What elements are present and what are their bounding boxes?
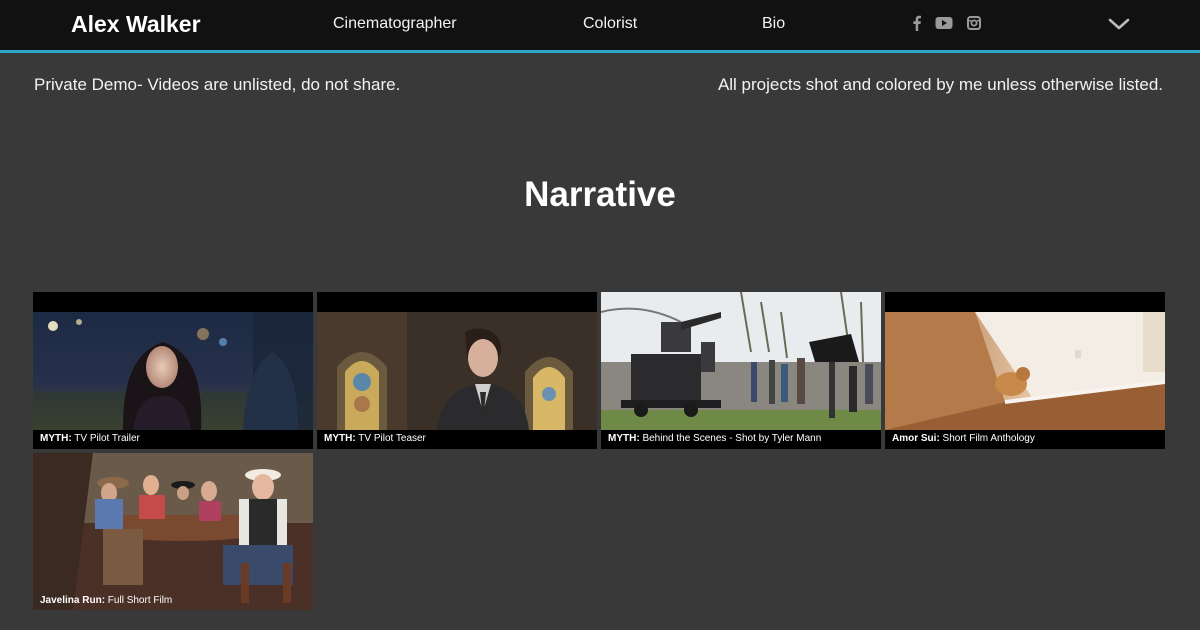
video-caption: MYTH: Behind the Scenes - Shot by Tyler … xyxy=(608,433,821,444)
header-accent-line xyxy=(0,50,1200,53)
video-tile[interactable]: MYTH: TV Pilot Teaser xyxy=(317,292,597,449)
video-thumbnail xyxy=(33,453,313,610)
facebook-icon[interactable] xyxy=(912,15,922,36)
video-project: MYTH: xyxy=(608,433,640,444)
video-caption: MYTH: TV Pilot Teaser xyxy=(324,433,426,444)
site-header: Alex Walker Cinematographer Colorist Bio xyxy=(0,0,1200,50)
video-desc: Behind the Scenes - Shot by Tyler Mann xyxy=(639,433,822,444)
video-caption: Amor Sui: Short Film Anthology xyxy=(892,433,1035,444)
video-thumbnail xyxy=(601,292,881,430)
video-project: Javelina Run: xyxy=(40,595,106,606)
nav-bio[interactable]: Bio xyxy=(762,15,785,33)
video-tile[interactable]: Amor Sui: Short Film Anthology xyxy=(885,292,1165,449)
video-tile[interactable]: Javelina Run: Full Short Film xyxy=(33,453,313,610)
video-project: Amor Sui: xyxy=(892,433,940,444)
video-desc: Full Short Film xyxy=(105,595,173,606)
instagram-icon[interactable] xyxy=(967,15,981,36)
video-project: MYTH: xyxy=(40,433,72,444)
nav-colorist[interactable]: Colorist xyxy=(583,15,637,33)
video-caption: Javelina Run: Full Short Film xyxy=(40,595,172,606)
nav-cinematographer[interactable]: Cinematographer xyxy=(333,15,457,33)
video-desc: TV Pilot Teaser xyxy=(355,433,426,444)
section-title: Narrative xyxy=(524,175,676,214)
private-demo-notice: Private Demo- Videos are unlisted, do no… xyxy=(34,75,401,94)
video-tile[interactable]: MYTH: Behind the Scenes - Shot by Tyler … xyxy=(601,292,881,449)
youtube-icon[interactable] xyxy=(935,15,953,36)
video-thumbnail xyxy=(885,312,1165,430)
video-thumbnail xyxy=(33,312,313,430)
credits-notice: All projects shot and colored by me unle… xyxy=(717,75,1163,94)
video-thumbnail xyxy=(317,312,597,430)
video-desc: Short Film Anthology xyxy=(939,433,1035,444)
site-logo[interactable]: Alex Walker xyxy=(71,11,201,38)
video-project: MYTH: xyxy=(324,433,356,444)
video-tile[interactable]: MYTH: TV Pilot Trailer xyxy=(33,292,313,449)
video-caption: MYTH: TV Pilot Trailer xyxy=(40,433,140,444)
video-desc: TV Pilot Trailer xyxy=(71,433,140,444)
chevron-down-icon[interactable] xyxy=(1108,16,1130,37)
